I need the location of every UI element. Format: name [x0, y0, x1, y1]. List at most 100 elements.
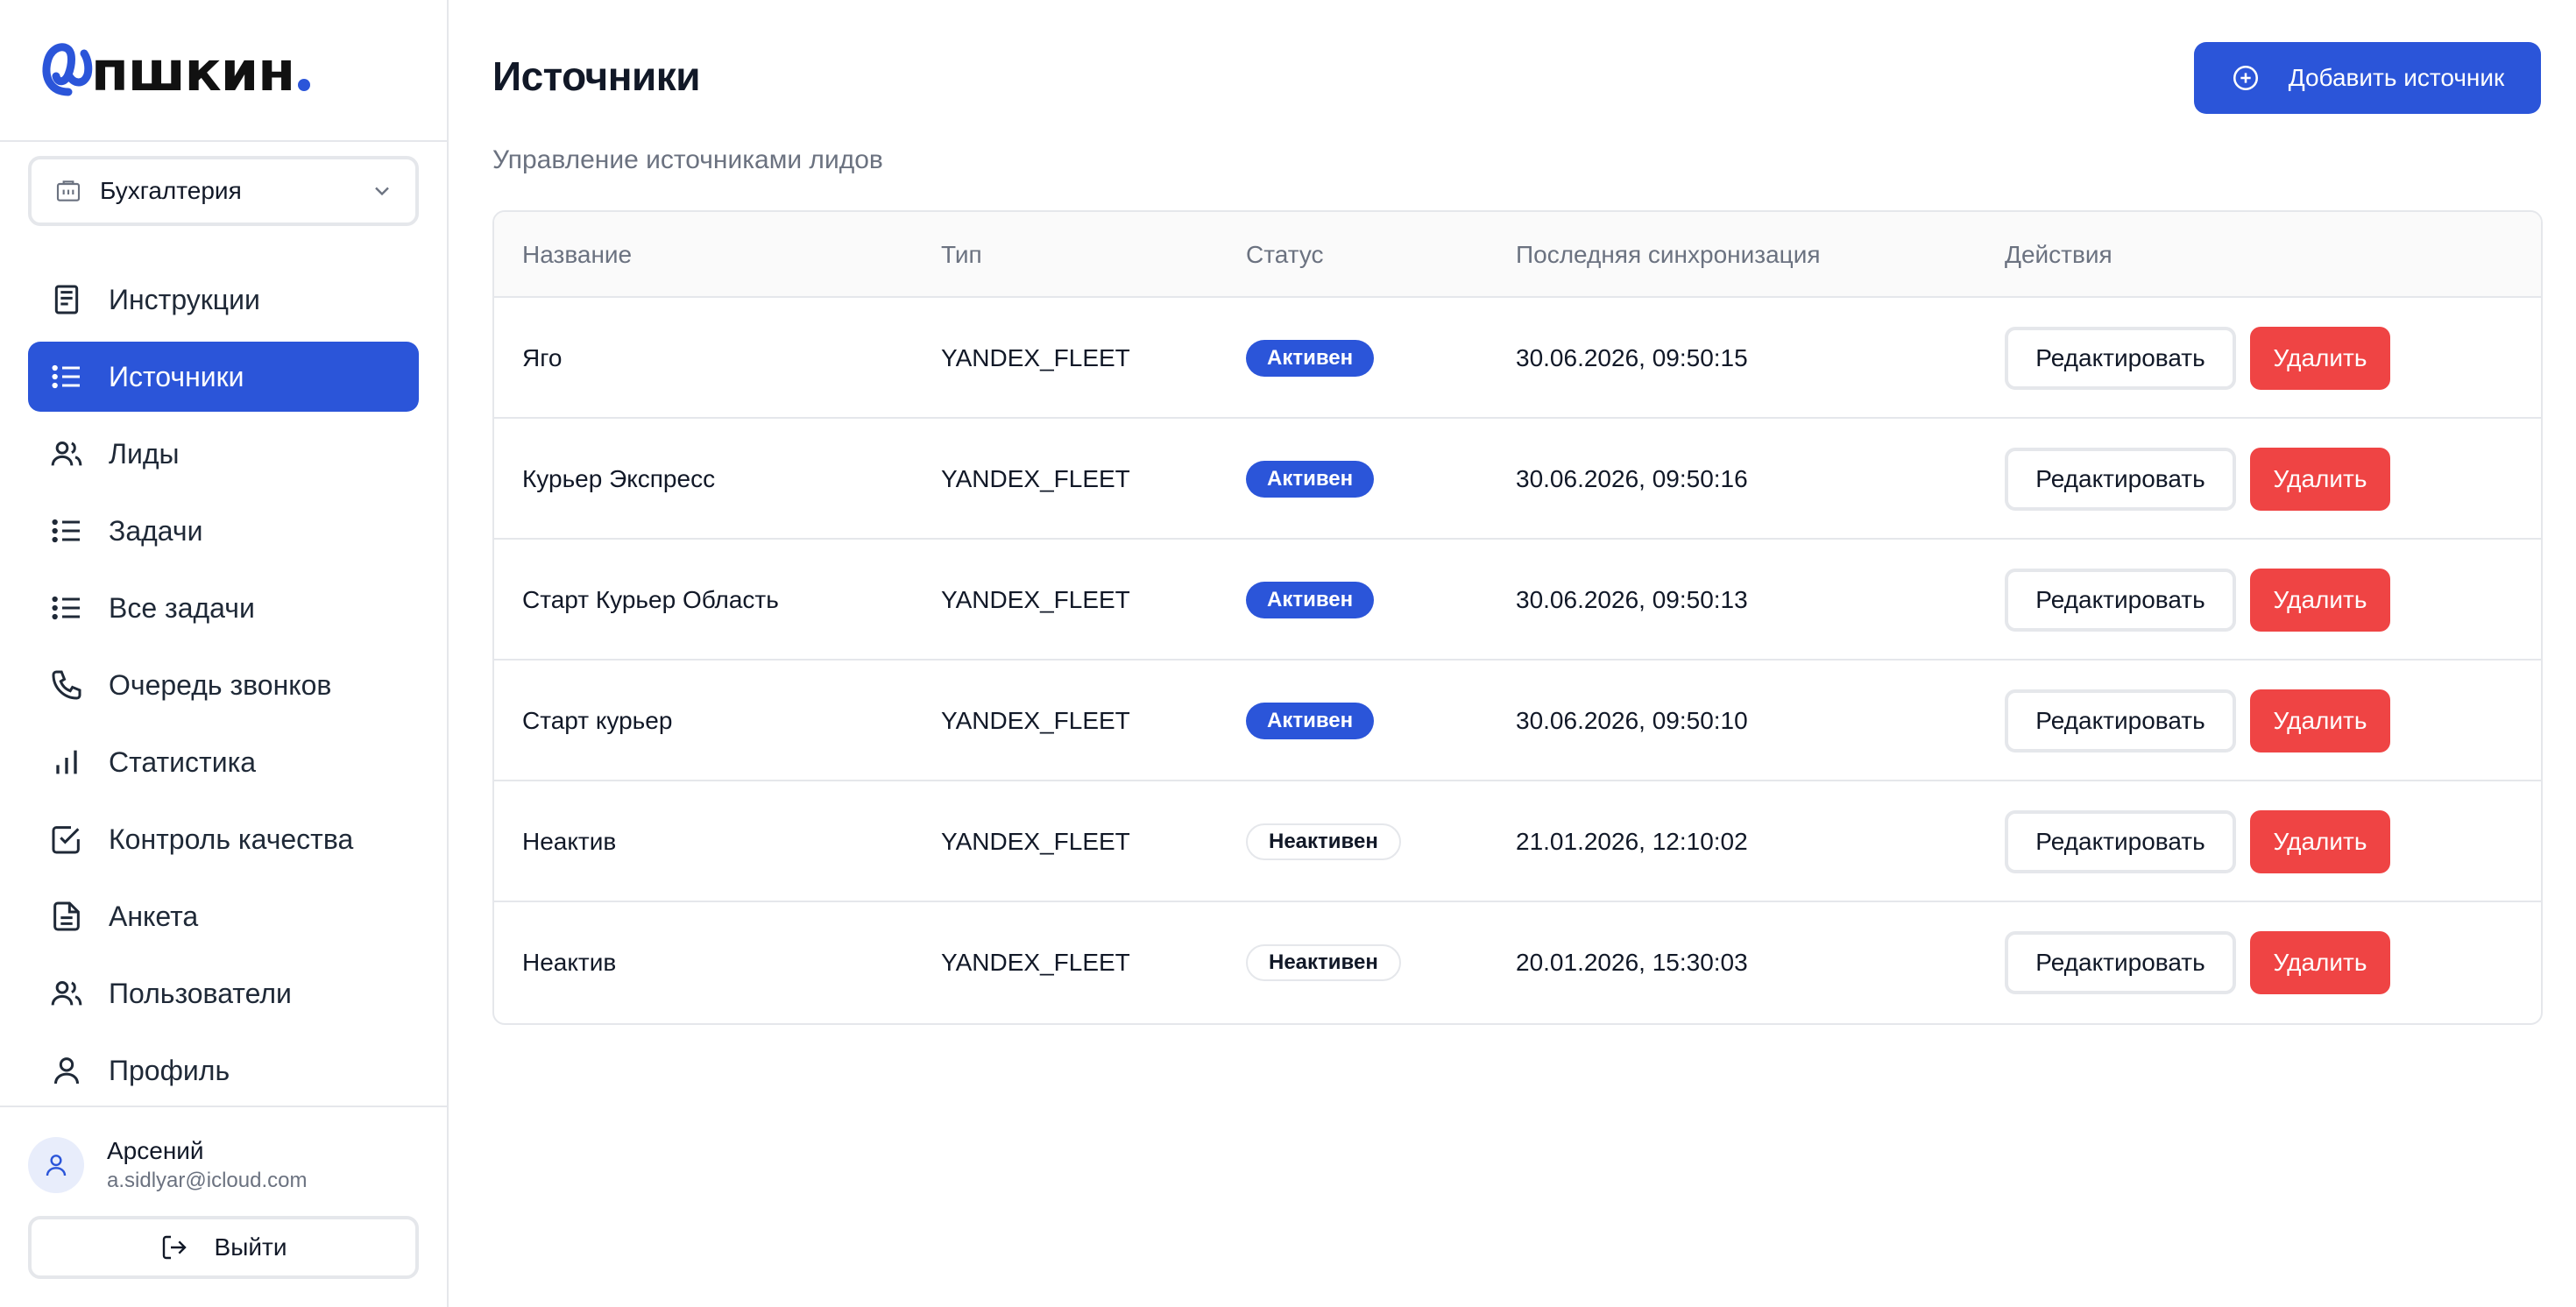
delete-button[interactable]: Удалить — [2250, 327, 2390, 390]
list-icon — [49, 513, 84, 548]
logout-icon — [160, 1233, 188, 1261]
delete-button[interactable]: Удалить — [2250, 810, 2390, 873]
user-email: a.sidlyar@icloud.com — [107, 1169, 308, 1192]
edit-button[interactable]: Редактировать — [2005, 448, 2236, 511]
source-type: YANDEX_FLEET — [941, 949, 1130, 976]
sidebar-item-sources[interactable]: Источники — [28, 342, 419, 412]
status-badge: Активен — [1246, 703, 1375, 739]
source-type: YANDEX_FLEET — [941, 465, 1130, 492]
delete-button[interactable]: Удалить — [2250, 931, 2390, 994]
sidebar-item-call-queue[interactable]: Очередь звонков — [28, 650, 419, 720]
user-name: Арсений — [107, 1137, 204, 1164]
avatar — [28, 1137, 84, 1193]
table-row: Курьер Экспресс YANDEX_FLEET Активен 30.… — [494, 419, 2541, 540]
list-icon — [49, 359, 84, 394]
last-sync: 30.06.2026, 09:50:10 — [1516, 707, 1748, 734]
table-row: Неактив YANDEX_FLEET Неактивен 21.01.202… — [494, 781, 2541, 902]
source-type: YANDEX_FLEET — [941, 828, 1130, 855]
organization-select-value: Бухгалтерия — [100, 177, 242, 204]
add-source-button[interactable]: Добавить источник — [2194, 42, 2541, 114]
source-name: Неактив — [522, 949, 617, 976]
logo-mark-icon — [42, 43, 93, 96]
page-title: Источники — [492, 53, 701, 99]
column-header-actions: Действия — [2005, 241, 2112, 268]
sidebar-item-questionnaire[interactable]: Анкета — [28, 881, 419, 951]
sources-table: Название Тип Статус Последняя синхрониза… — [492, 210, 2543, 1025]
user-icon — [49, 1053, 84, 1088]
sidebar-item-label: Профиль — [109, 1054, 230, 1086]
source-name: Яго — [522, 344, 563, 371]
source-name: Неактив — [522, 828, 617, 855]
logo[interactable]: пшкин — [39, 39, 311, 103]
edit-button[interactable]: Редактировать — [2005, 810, 2236, 873]
sidebar-item-all-tasks[interactable]: Все задачи — [28, 573, 419, 643]
status-badge: Неактивен — [1246, 944, 1401, 981]
table-header: Название Тип Статус Последняя синхрониза… — [494, 212, 2541, 298]
sidebar-item-label: Пользователи — [109, 977, 292, 1009]
page-subtitle: Управление источниками лидов — [492, 145, 883, 174]
bar-chart-icon — [49, 745, 84, 780]
table-row: Старт Курьер Область YANDEX_FLEET Активе… — [494, 540, 2541, 661]
delete-button[interactable]: Удалить — [2250, 448, 2390, 511]
logout-button[interactable]: Выйти — [28, 1216, 419, 1279]
last-sync: 20.01.2026, 15:30:03 — [1516, 949, 1748, 976]
sidebar-item-statistics[interactable]: Статистика — [28, 727, 419, 797]
logout-label: Выйти — [214, 1233, 287, 1261]
sidebar-item-quality-control[interactable]: Контроль качества — [28, 804, 419, 874]
sidebar-item-label: Очередь звонков — [109, 668, 332, 701]
book-icon — [49, 282, 84, 317]
sidebar-item-label: Анкета — [109, 900, 199, 932]
checkbox-icon — [49, 822, 84, 857]
sidebar-item-label: Статистика — [109, 745, 257, 778]
edit-button[interactable]: Редактировать — [2005, 327, 2236, 390]
organization-select[interactable]: Бухгалтерия — [28, 156, 419, 226]
status-badge: Активен — [1246, 461, 1375, 498]
delete-button[interactable]: Удалить — [2250, 569, 2390, 632]
users-icon — [49, 436, 84, 471]
status-badge: Активен — [1246, 582, 1375, 618]
logo-text: пшкин — [91, 39, 295, 103]
document-icon — [49, 899, 84, 934]
sidebar-item-label: Контроль качества — [109, 823, 354, 855]
sidebar-item-label: Лиды — [109, 437, 180, 470]
sidebar: пшкин Бухгалтерия Инструкции Источники Л… — [0, 0, 449, 1307]
sidebar-item-label: Источники — [109, 360, 244, 392]
chevron-down-icon — [370, 179, 394, 203]
edit-button[interactable]: Редактировать — [2005, 569, 2236, 632]
status-badge: Активен — [1246, 340, 1375, 377]
phone-icon — [49, 668, 84, 703]
add-source-label: Добавить источник — [2288, 64, 2505, 91]
table-row: Старт курьер YANDEX_FLEET Активен 30.06.… — [494, 661, 2541, 781]
current-user: Арсений a.sidlyar@icloud.com — [28, 1130, 419, 1200]
users-icon — [49, 976, 84, 1011]
source-name: Старт курьер — [522, 707, 673, 734]
edit-button[interactable]: Редактировать — [2005, 689, 2236, 752]
column-header-last-sync: Последняя синхронизация — [1516, 241, 1821, 268]
source-type: YANDEX_FLEET — [941, 344, 1130, 371]
sidebar-item-profile[interactable]: Профиль — [28, 1035, 419, 1106]
table-row: Неактив YANDEX_FLEET Неактивен 20.01.202… — [494, 902, 2541, 1023]
last-sync: 21.01.2026, 12:10:02 — [1516, 828, 1748, 855]
last-sync: 30.06.2026, 09:50:15 — [1516, 344, 1748, 371]
delete-button[interactable]: Удалить — [2250, 689, 2390, 752]
sidebar-item-tasks[interactable]: Задачи — [28, 496, 419, 566]
last-sync: 30.06.2026, 09:50:16 — [1516, 465, 1748, 492]
sidebar-item-users[interactable]: Пользователи — [28, 958, 419, 1028]
sidebar-nav: Инструкции Источники Лиды Задачи Все зад… — [28, 265, 419, 1113]
sidebar-item-label: Задачи — [109, 514, 203, 547]
table-row: Яго YANDEX_FLEET Активен 30.06.2026, 09:… — [494, 298, 2541, 419]
sidebar-item-label: Инструкции — [109, 283, 260, 315]
source-name: Курьер Экспресс — [522, 465, 716, 492]
sidebar-divider — [0, 140, 447, 142]
sidebar-item-leads[interactable]: Лиды — [28, 419, 419, 489]
plus-circle-icon — [2231, 63, 2261, 93]
logo-dot — [298, 79, 311, 91]
column-header-name: Название — [522, 241, 633, 268]
edit-button[interactable]: Редактировать — [2005, 931, 2236, 994]
sidebar-item-instructions[interactable]: Инструкции — [28, 265, 419, 335]
column-header-type: Тип — [941, 241, 982, 268]
source-name: Старт Курьер Область — [522, 586, 779, 613]
column-header-status: Статус — [1246, 241, 1324, 268]
source-type: YANDEX_FLEET — [941, 586, 1130, 613]
source-type: YANDEX_FLEET — [941, 707, 1130, 734]
